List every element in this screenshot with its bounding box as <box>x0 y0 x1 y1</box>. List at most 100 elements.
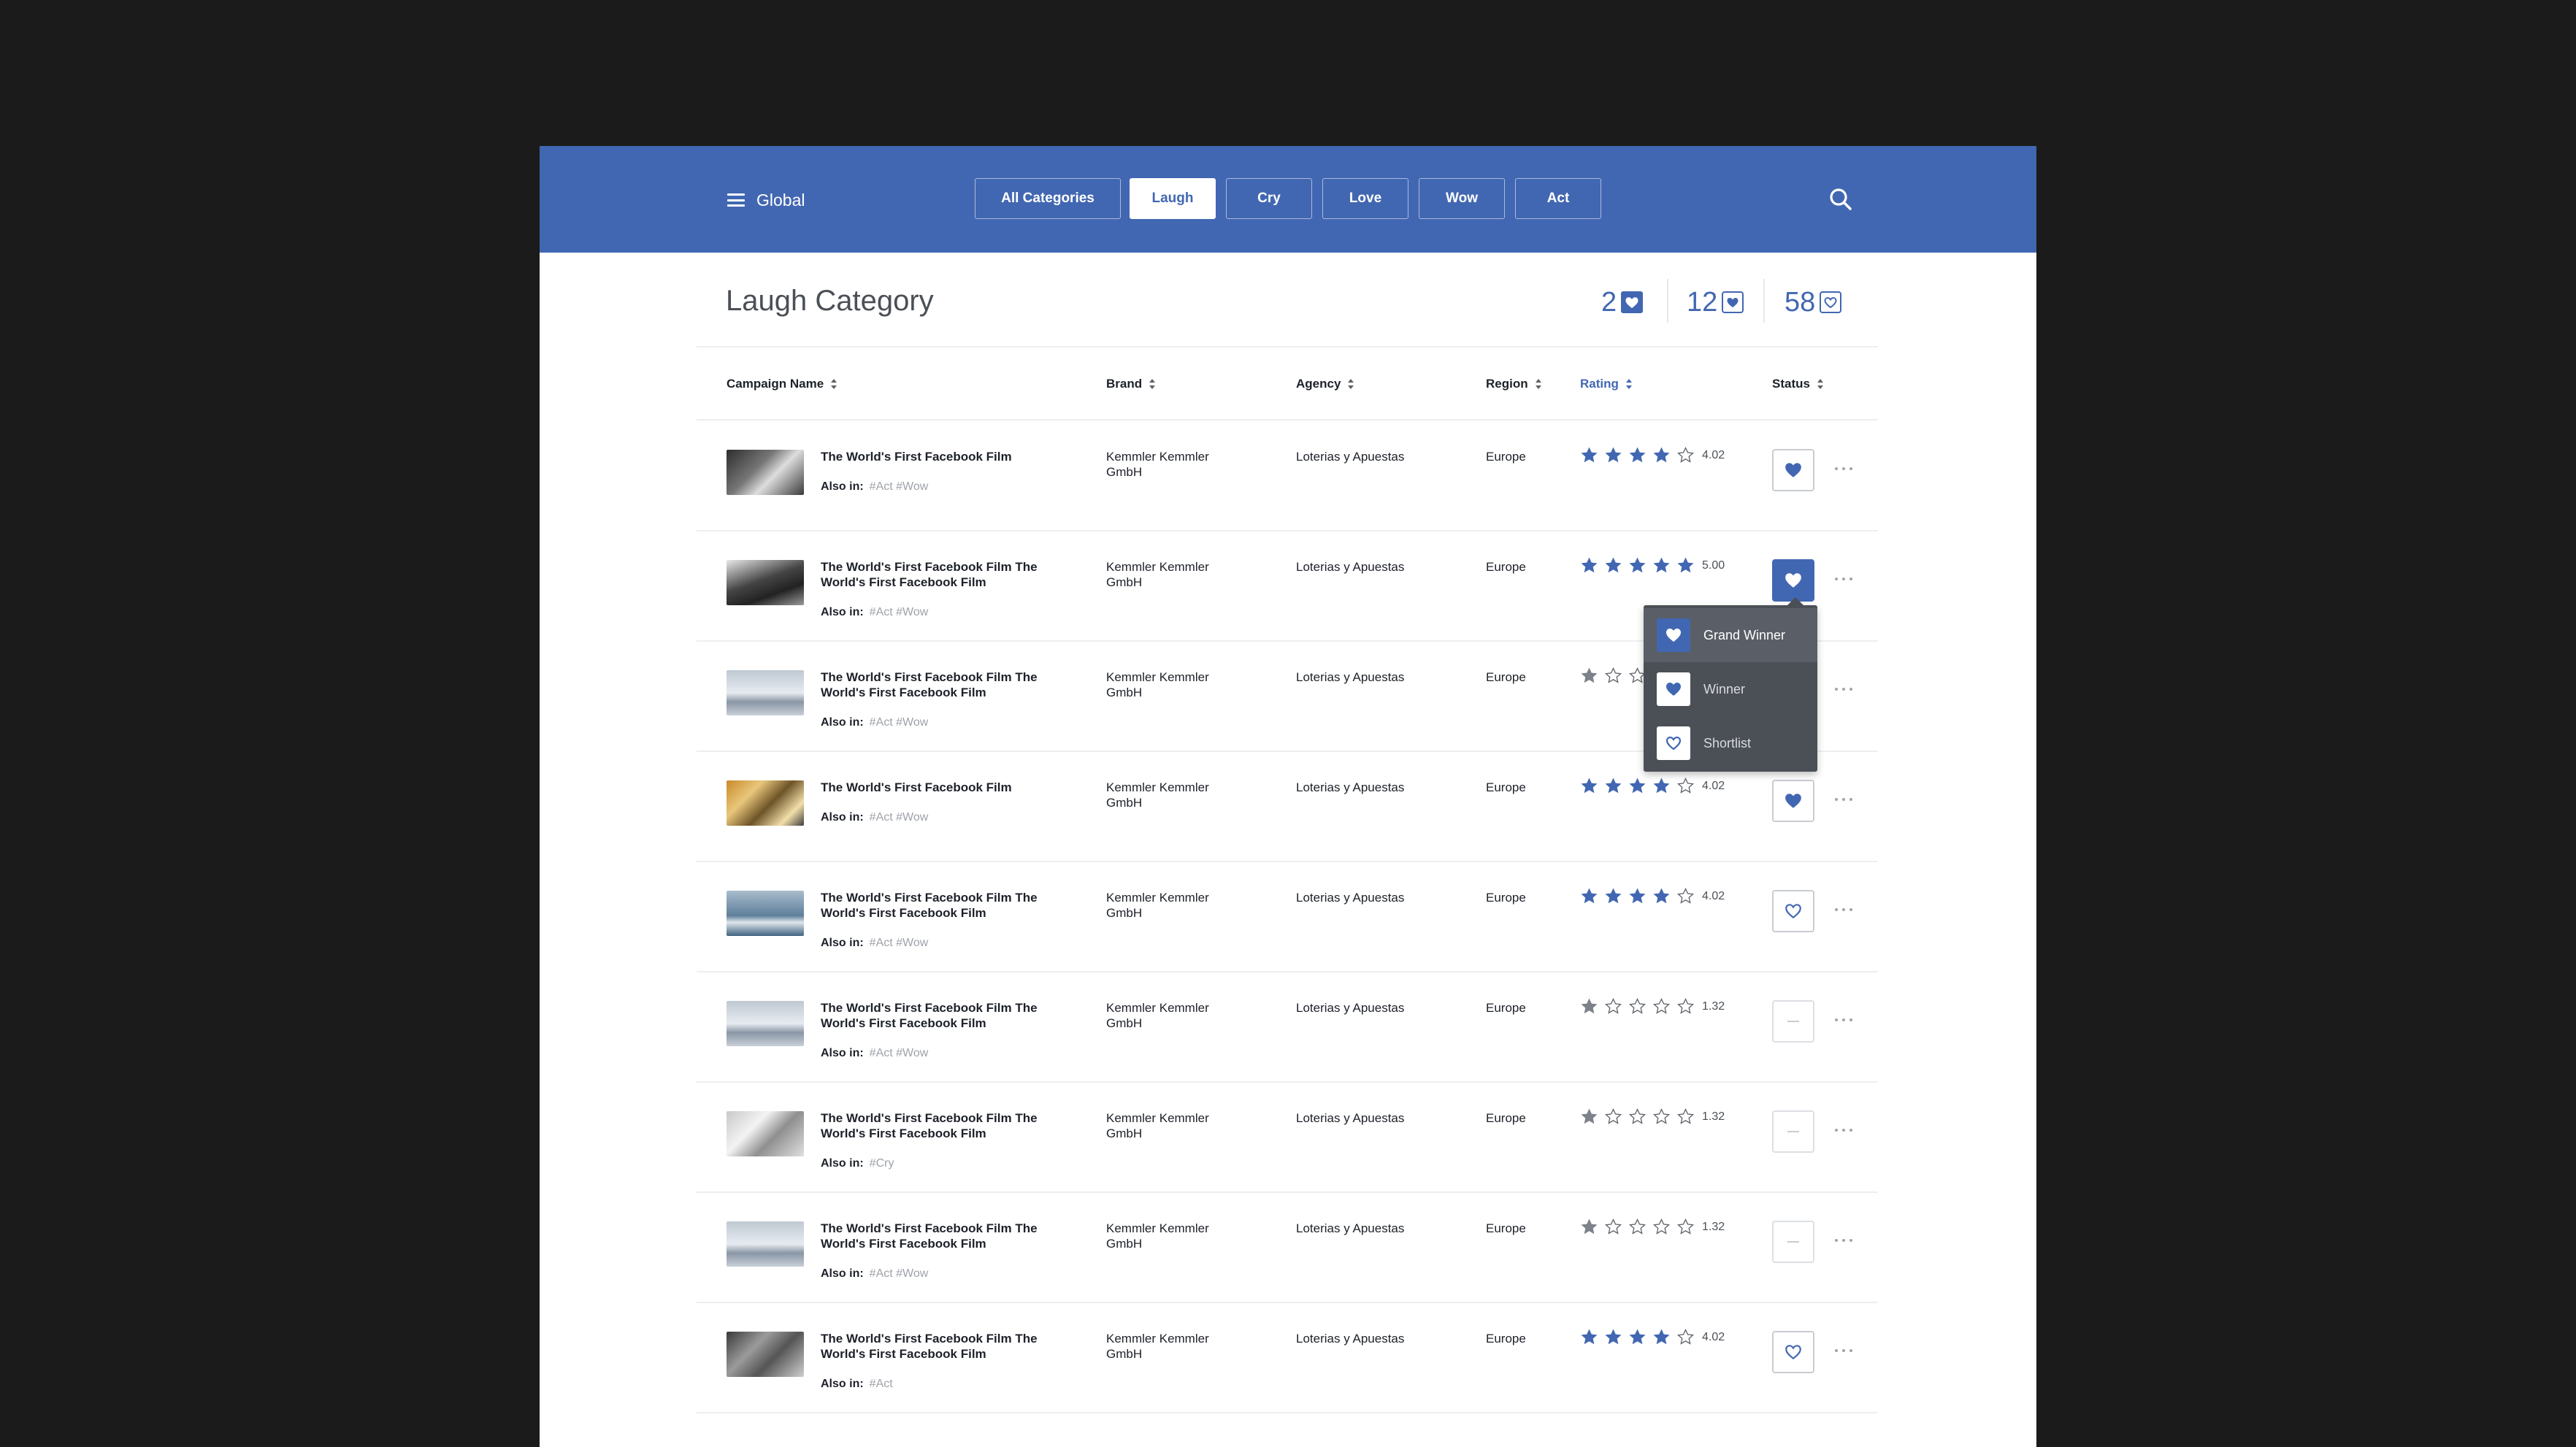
star-filled-icon[interactable] <box>1604 777 1622 795</box>
campaign-thumbnail[interactable] <box>727 1332 804 1377</box>
status-option-shortlist[interactable]: Shortlist <box>1644 716 1817 770</box>
star-outline-icon[interactable] <box>1628 1108 1647 1126</box>
star-filled-icon[interactable] <box>1580 556 1598 575</box>
star-filled-icon[interactable] <box>1580 777 1598 795</box>
campaign-thumbnail[interactable] <box>727 560 804 605</box>
more-options-icon[interactable] <box>1835 575 1852 583</box>
more-options-icon[interactable] <box>1835 686 1852 693</box>
status-button[interactable] <box>1772 1110 1814 1153</box>
star-filled-icon[interactable] <box>1628 1328 1647 1346</box>
column-header-campaign-name[interactable]: Campaign Name <box>727 377 837 391</box>
campaign-name[interactable]: The World's First Facebook Film The Worl… <box>821 1331 1062 1362</box>
star-filled-icon[interactable] <box>1628 556 1647 575</box>
star-filled-icon[interactable] <box>1628 887 1647 905</box>
tab-laugh[interactable]: Laugh <box>1130 178 1216 219</box>
also-in-tags[interactable]: #Act #Wow <box>870 716 929 729</box>
star-outline-icon[interactable] <box>1676 1218 1695 1236</box>
star-filled-icon[interactable] <box>1580 446 1598 464</box>
more-options-icon[interactable] <box>1835 796 1852 803</box>
star-outline-icon[interactable] <box>1676 446 1695 464</box>
star-outline-icon[interactable] <box>1604 1108 1622 1126</box>
more-options-icon[interactable] <box>1835 1347 1852 1354</box>
campaign-name[interactable]: The World's First Facebook Film The Worl… <box>821 1000 1062 1031</box>
tab-cry[interactable]: Cry <box>1226 178 1312 219</box>
campaign-thumbnail[interactable] <box>727 1001 804 1046</box>
star-filled-icon[interactable] <box>1652 556 1671 575</box>
star-filled-icon[interactable] <box>1652 777 1671 795</box>
campaign-name[interactable]: The World's First Facebook Film The Worl… <box>821 890 1062 921</box>
star-outline-icon[interactable] <box>1652 1218 1671 1236</box>
also-in-tags[interactable]: #Act #Wow <box>870 811 929 824</box>
star-outline-icon[interactable] <box>1604 667 1622 685</box>
star-outline-icon[interactable] <box>1676 887 1695 905</box>
campaign-name[interactable]: The World's First Facebook Film <box>821 780 1062 795</box>
search-icon[interactable] <box>1828 186 1854 212</box>
star-outline-icon[interactable] <box>1652 997 1671 1016</box>
more-options-icon[interactable] <box>1835 1016 1852 1024</box>
campaign-name[interactable]: The World's First Facebook Film The Worl… <box>821 1110 1062 1141</box>
star-filled-icon[interactable] <box>1628 446 1647 464</box>
column-header-status[interactable]: Status <box>1772 377 1823 391</box>
star-filled-icon[interactable] <box>1580 1108 1598 1126</box>
more-options-icon[interactable] <box>1835 465 1852 472</box>
status-button[interactable] <box>1772 890 1814 932</box>
more-options-icon[interactable] <box>1835 1126 1852 1134</box>
star-filled-icon[interactable] <box>1580 1218 1598 1236</box>
status-button[interactable] <box>1772 1221 1814 1263</box>
star-filled-icon[interactable] <box>1652 887 1671 905</box>
column-header-rating[interactable]: Rating <box>1580 377 1632 391</box>
star-filled-icon[interactable] <box>1652 1328 1671 1346</box>
star-filled-icon[interactable] <box>1628 777 1647 795</box>
global-menu-button[interactable]: Global <box>727 188 805 212</box>
tab-all-categories[interactable]: All Categories <box>975 178 1121 219</box>
also-in-tags[interactable]: #Act #Wow <box>870 606 929 618</box>
star-filled-icon[interactable] <box>1580 667 1598 685</box>
also-in-tags[interactable]: #Act #Wow <box>870 480 929 493</box>
more-options-icon[interactable] <box>1835 906 1852 913</box>
also-in-tags[interactable]: #Act #Wow <box>870 1047 929 1059</box>
status-button[interactable] <box>1772 559 1814 602</box>
star-outline-icon[interactable] <box>1676 1108 1695 1126</box>
status-button[interactable] <box>1772 780 1814 822</box>
star-outline-icon[interactable] <box>1676 777 1695 795</box>
column-header-brand[interactable]: Brand <box>1106 377 1156 391</box>
star-outline-icon[interactable] <box>1604 997 1622 1016</box>
column-header-agency[interactable]: Agency <box>1296 377 1354 391</box>
star-filled-icon[interactable] <box>1580 1328 1598 1346</box>
star-outline-icon[interactable] <box>1676 1328 1695 1346</box>
star-filled-icon[interactable] <box>1580 887 1598 905</box>
campaign-thumbnail[interactable] <box>727 670 804 715</box>
star-filled-icon[interactable] <box>1604 446 1622 464</box>
star-filled-icon[interactable] <box>1652 446 1671 464</box>
status-button[interactable] <box>1772 1000 1814 1043</box>
star-filled-icon[interactable] <box>1604 556 1622 575</box>
tab-love[interactable]: Love <box>1322 178 1408 219</box>
campaign-thumbnail[interactable] <box>727 1111 804 1156</box>
star-outline-icon[interactable] <box>1628 997 1647 1016</box>
status-option-grand-winner[interactable]: Grand Winner <box>1644 608 1817 662</box>
star-outline-icon[interactable] <box>1604 1218 1622 1236</box>
star-outline-icon[interactable] <box>1628 1218 1647 1236</box>
status-button[interactable] <box>1772 1331 1814 1373</box>
campaign-thumbnail[interactable] <box>727 450 804 495</box>
star-outline-icon[interactable] <box>1676 997 1695 1016</box>
campaign-name[interactable]: The World's First Facebook Film The Worl… <box>821 559 1062 590</box>
campaign-thumbnail[interactable] <box>727 780 804 826</box>
star-filled-icon[interactable] <box>1580 997 1598 1016</box>
column-header-region[interactable]: Region <box>1486 377 1541 391</box>
campaign-name[interactable]: The World's First Facebook Film <box>821 449 1062 464</box>
star-filled-icon[interactable] <box>1604 887 1622 905</box>
tab-act[interactable]: Act <box>1515 178 1601 219</box>
status-option-winner[interactable]: Winner <box>1644 662 1817 716</box>
also-in-tags[interactable]: #Act #Wow <box>870 937 929 949</box>
also-in-tags[interactable]: #Act <box>870 1378 893 1390</box>
star-filled-icon[interactable] <box>1676 556 1695 575</box>
also-in-tags[interactable]: #Cry <box>870 1157 894 1170</box>
star-outline-icon[interactable] <box>1652 1108 1671 1126</box>
more-options-icon[interactable] <box>1835 1237 1852 1244</box>
star-filled-icon[interactable] <box>1604 1328 1622 1346</box>
campaign-thumbnail[interactable] <box>727 1221 804 1267</box>
status-button[interactable] <box>1772 449 1814 491</box>
also-in-tags[interactable]: #Act #Wow <box>870 1267 929 1280</box>
tab-wow[interactable]: Wow <box>1419 178 1505 219</box>
